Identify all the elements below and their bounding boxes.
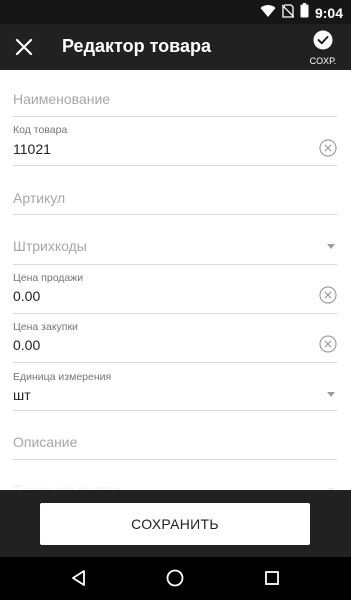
product-group-placeholder: Товарная группа bbox=[13, 482, 121, 490]
unit-field[interactable]: Единица измерения шт bbox=[13, 363, 337, 411]
purchase-price-field[interactable]: Цена закупки 0.00 bbox=[13, 314, 337, 363]
page-title: Редактор товара bbox=[62, 36, 212, 56]
product-code-label: Код товара bbox=[13, 124, 68, 136]
product-code-value: 11021 bbox=[13, 141, 51, 157]
back-icon[interactable] bbox=[69, 568, 89, 588]
sku-placeholder: Артикул bbox=[13, 190, 66, 206]
wifi-icon bbox=[260, 4, 276, 23]
product-group-field[interactable]: Товарная группа bbox=[13, 460, 337, 490]
purchase-price-label: Цена закупки bbox=[13, 321, 78, 333]
dropdown-arrow-icon[interactable] bbox=[327, 392, 335, 397]
save-action-label: СОХР. bbox=[309, 56, 337, 66]
dropdown-arrow-icon[interactable] bbox=[327, 244, 335, 249]
description-placeholder: Описание bbox=[13, 434, 78, 450]
clear-icon[interactable] bbox=[319, 335, 337, 353]
sku-field[interactable]: Артикул bbox=[13, 166, 337, 215]
product-code-field[interactable]: Код товара 11021 bbox=[13, 117, 337, 166]
bottom-bar: СОХРАНИТЬ bbox=[0, 490, 351, 557]
battery-icon bbox=[300, 3, 309, 23]
barcodes-placeholder: Штрихкоды bbox=[13, 238, 87, 254]
save-button[interactable]: СОХРАНИТЬ bbox=[40, 503, 310, 545]
status-time: 9:04 bbox=[314, 5, 343, 21]
save-action-button[interactable]: СОХР. bbox=[303, 30, 343, 68]
no-sim-icon bbox=[281, 3, 295, 23]
close-button[interactable] bbox=[12, 35, 36, 59]
name-placeholder: Наименование bbox=[13, 91, 111, 107]
description-field[interactable]: Описание bbox=[13, 411, 337, 460]
sale-price-field[interactable]: Цена продажи 0.00 bbox=[13, 265, 337, 314]
clear-icon[interactable] bbox=[319, 286, 337, 304]
status-bar: 9:04 bbox=[0, 0, 351, 24]
sale-price-value: 0.00 bbox=[13, 288, 41, 304]
purchase-price-value: 0.00 bbox=[13, 337, 41, 353]
checkmark-icon bbox=[313, 30, 333, 54]
navigation-bar bbox=[0, 557, 351, 600]
unit-value: шт bbox=[13, 387, 31, 403]
sale-price-label: Цена продажи bbox=[13, 272, 84, 284]
clear-icon[interactable] bbox=[319, 139, 337, 157]
name-field[interactable]: Наименование bbox=[13, 70, 337, 117]
app-bar: Редактор товара СОХР. bbox=[0, 24, 351, 70]
status-icons: 9:04 bbox=[260, 3, 343, 23]
home-icon[interactable] bbox=[165, 568, 185, 588]
unit-label: Единица измерения bbox=[13, 371, 112, 383]
close-icon bbox=[12, 38, 36, 63]
product-form: Наименование Код товара 11021 Артикул Шт… bbox=[0, 70, 351, 490]
barcodes-field[interactable]: Штрихкоды bbox=[13, 215, 337, 265]
recents-icon[interactable] bbox=[262, 568, 282, 588]
